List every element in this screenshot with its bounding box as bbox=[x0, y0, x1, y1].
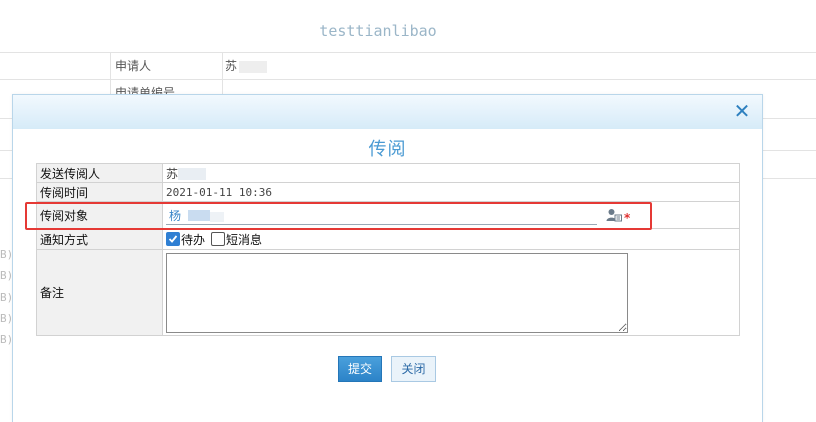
remarks-textarea[interactable] bbox=[166, 252, 628, 333]
sms-label: 短消息 bbox=[226, 232, 263, 247]
notify-options: 待办 短消息 bbox=[162, 228, 740, 250]
bg-applicant-text: 苏 bbox=[225, 59, 238, 73]
sender-label: 发送传阅人 bbox=[36, 163, 163, 183]
close-icon[interactable]: ✕ bbox=[732, 101, 752, 121]
sms-checkbox[interactable] bbox=[211, 232, 226, 246]
dialog-header: ✕ bbox=[13, 95, 762, 129]
redacted-block bbox=[178, 168, 207, 180]
close-button[interactable]: 关闭 bbox=[391, 356, 436, 382]
time-text: 2021-01-11 10:36 bbox=[166, 186, 272, 199]
form-row-sender: 发送传阅人 苏 bbox=[36, 163, 740, 183]
background-title: testtianlibao bbox=[319, 22, 437, 40]
bg-applicant-value: 苏 bbox=[222, 53, 268, 79]
checkmark-icon bbox=[168, 235, 178, 243]
circulate-dialog: ✕ 传阅 发送传阅人 苏 传阅时间 2021-01-11 10:36 传阅对象 bbox=[12, 94, 763, 422]
todo-label: 待办 bbox=[181, 232, 206, 247]
recipient-highlight-box bbox=[25, 202, 652, 230]
remarks-label: 备注 bbox=[36, 249, 163, 336]
remarks-cell bbox=[162, 249, 740, 336]
bg-applicant-label: 申请人 bbox=[110, 53, 225, 79]
time-value: 2021-01-11 10:36 bbox=[162, 182, 740, 202]
form-row-time: 传阅时间 2021-01-11 10:36 bbox=[36, 182, 740, 202]
submit-button[interactable]: 提交 bbox=[338, 356, 382, 382]
dialog-title: 传阅 bbox=[368, 139, 407, 160]
bg-blur bbox=[239, 60, 268, 73]
sender-value: 苏 bbox=[162, 163, 740, 183]
circulate-form: 发送传阅人 苏 传阅时间 2021-01-11 10:36 传阅对象 杨 * 通… bbox=[36, 163, 740, 336]
todo-checkbox[interactable] bbox=[166, 232, 180, 246]
sender-text: 苏 bbox=[166, 166, 179, 181]
time-label: 传阅时间 bbox=[36, 182, 163, 202]
notify-label: 通知方式 bbox=[36, 228, 163, 250]
form-row-notify: 通知方式 待办 短消息 bbox=[36, 228, 740, 250]
form-row-remarks: 备注 bbox=[36, 249, 740, 336]
bg-row-applicant: 申请人 苏 bbox=[0, 53, 816, 79]
notify-checkbox-group: 待办 短消息 bbox=[166, 231, 736, 248]
